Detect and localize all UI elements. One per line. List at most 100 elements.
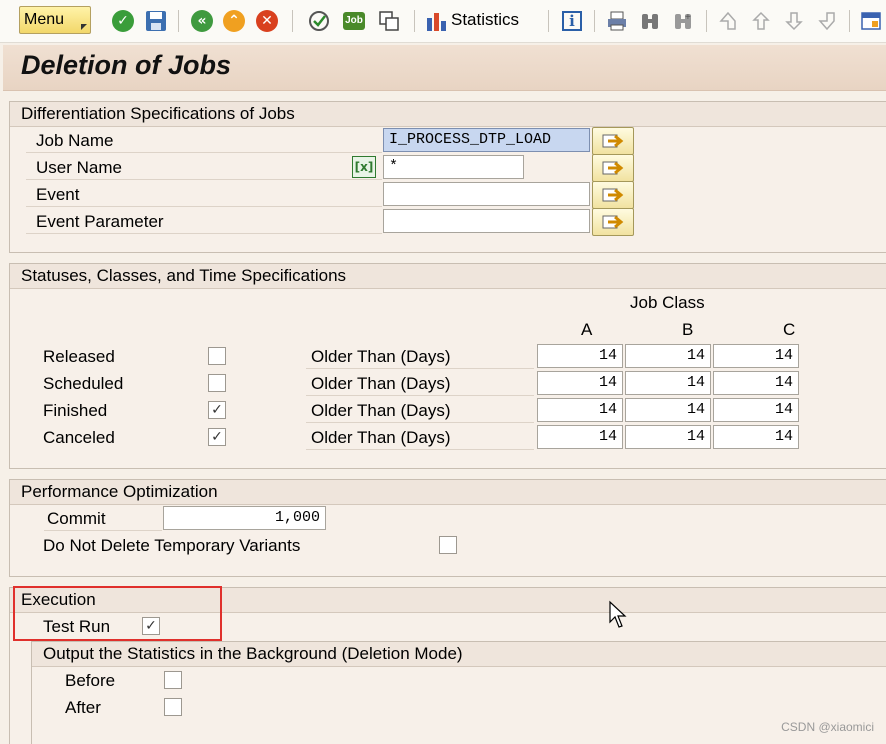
row-divider (26, 179, 382, 180)
copy-icon[interactable] (377, 9, 401, 33)
back-icon[interactable]: « (190, 9, 214, 33)
days-input-c[interactable]: 14 (713, 344, 799, 368)
row-divider (306, 395, 534, 396)
arrow-right-icon (602, 134, 624, 148)
mouse-pointer-icon (609, 600, 627, 628)
save-icon[interactable] (144, 9, 168, 33)
user-name-multiple-selection-button[interactable] (592, 154, 634, 182)
arrow-right-icon (602, 188, 624, 202)
toolbar-separator (292, 10, 293, 32)
scheduled-checkbox[interactable] (208, 374, 226, 392)
after-label: After (65, 698, 101, 717)
toolbar-separator (548, 10, 549, 32)
execute-icon[interactable] (307, 9, 331, 33)
last-page-icon[interactable] (815, 9, 839, 33)
menu-button[interactable]: Menu (19, 6, 91, 34)
toolbar-separator (178, 10, 179, 32)
status-label-canceled: Canceled (43, 428, 115, 447)
commit-input[interactable]: 1,000 (163, 506, 326, 530)
job-class-label: Job Class (630, 293, 705, 312)
row-divider (26, 206, 382, 207)
days-input-a[interactable]: 14 (537, 425, 623, 449)
days-input-b[interactable]: 14 (625, 344, 711, 368)
find-icon[interactable] (638, 9, 662, 33)
differentiation-header: Differentiation Specifications of Jobs (10, 102, 886, 127)
no-delete-temp-variants-label: Do Not Delete Temporary Variants (43, 536, 301, 555)
svg-text:+: + (685, 12, 691, 23)
job-name-label: Job Name (36, 131, 114, 150)
highlight-box (13, 586, 222, 641)
toolbar-separator (594, 10, 595, 32)
statuses-header: Statuses, Classes, and Time Specificatio… (10, 264, 886, 289)
event-label: Event (36, 185, 80, 204)
days-input-b[interactable]: 14 (625, 425, 711, 449)
cancel-icon[interactable]: ✕ (255, 9, 279, 33)
days-input-c[interactable]: 14 (713, 371, 799, 395)
class-c-header: C (783, 320, 796, 339)
next-page-icon[interactable] (782, 9, 806, 33)
event-multiple-selection-button[interactable] (592, 181, 634, 209)
status-label-finished: Finished (43, 401, 108, 420)
select-options-icon[interactable]: [x] (352, 156, 376, 178)
first-page-icon[interactable] (716, 9, 740, 33)
row-divider (44, 530, 162, 531)
after-checkbox[interactable] (164, 698, 182, 716)
older-than-label: Older Than (Days) (311, 428, 451, 447)
row-divider (306, 449, 534, 450)
toolbar-separator (414, 10, 415, 32)
statistics-icon[interactable] (424, 9, 448, 33)
older-than-label: Older Than (Days) (311, 374, 451, 393)
released-checkbox[interactable] (208, 347, 226, 365)
menu-label: Menu (24, 11, 65, 28)
canceled-checkbox[interactable]: ✓ (208, 428, 226, 446)
no-delete-temp-variants-checkbox[interactable] (439, 536, 457, 554)
finished-checkbox[interactable]: ✓ (208, 401, 226, 419)
event-parameter-multiple-selection-button[interactable] (592, 208, 634, 236)
days-input-a[interactable]: 14 (537, 371, 623, 395)
exit-icon[interactable]: ⌃ (222, 9, 246, 33)
row-divider (306, 368, 534, 369)
job-name-input[interactable]: I_PROCESS_DTP_LOAD (383, 128, 590, 152)
older-than-label: Older Than (Days) (311, 401, 451, 420)
print-icon[interactable] (605, 9, 629, 33)
event-input[interactable] (383, 182, 590, 206)
find-next-icon[interactable]: + (671, 9, 695, 33)
arrow-right-icon (602, 215, 624, 229)
performance-header: Performance Optimization (10, 480, 886, 505)
days-input-a[interactable]: 14 (537, 344, 623, 368)
statistics-button[interactable]: Statistics (451, 10, 519, 30)
before-checkbox[interactable] (164, 671, 182, 689)
days-input-a[interactable]: 14 (537, 398, 623, 422)
layout-icon[interactable] (859, 9, 883, 33)
event-parameter-input[interactable] (383, 209, 590, 233)
menu-dropdown-icon (81, 24, 87, 30)
toolbar-separator (849, 10, 850, 32)
job-name-multiple-selection-button[interactable] (592, 127, 634, 155)
user-name-label: User Name (36, 158, 122, 177)
row-divider (306, 422, 534, 423)
performance-group: Performance Optimization (9, 479, 886, 577)
commit-label: Commit (47, 509, 106, 528)
before-label: Before (65, 671, 116, 690)
arrow-right-icon (602, 161, 624, 175)
days-input-b[interactable]: 14 (625, 398, 711, 422)
class-b-header: B (682, 320, 694, 339)
user-name-input[interactable]: * (383, 155, 524, 179)
watermark: CSDN @xiaomici (781, 720, 874, 734)
days-input-c[interactable]: 14 (713, 425, 799, 449)
older-than-label: Older Than (Days) (311, 347, 451, 366)
application-toolbar: Menu ✓ « ⌃ ✕ Job Statistics i + (0, 0, 886, 43)
title-bar: Deletion of Jobs (3, 45, 886, 91)
days-input-c[interactable]: 14 (713, 398, 799, 422)
toolbar-separator (706, 10, 707, 32)
job-icon[interactable]: Job (342, 9, 366, 33)
previous-page-icon[interactable] (749, 9, 773, 33)
status-label-scheduled: Scheduled (43, 374, 124, 393)
days-input-b[interactable]: 14 (625, 371, 711, 395)
info-icon[interactable]: i (560, 9, 584, 33)
class-a-header: A (581, 320, 593, 339)
row-divider (26, 233, 382, 234)
check-icon[interactable]: ✓ (111, 9, 135, 33)
page-title: Deletion of Jobs (21, 50, 232, 80)
output-statistics-header: Output the Statistics in the Background … (32, 642, 886, 667)
